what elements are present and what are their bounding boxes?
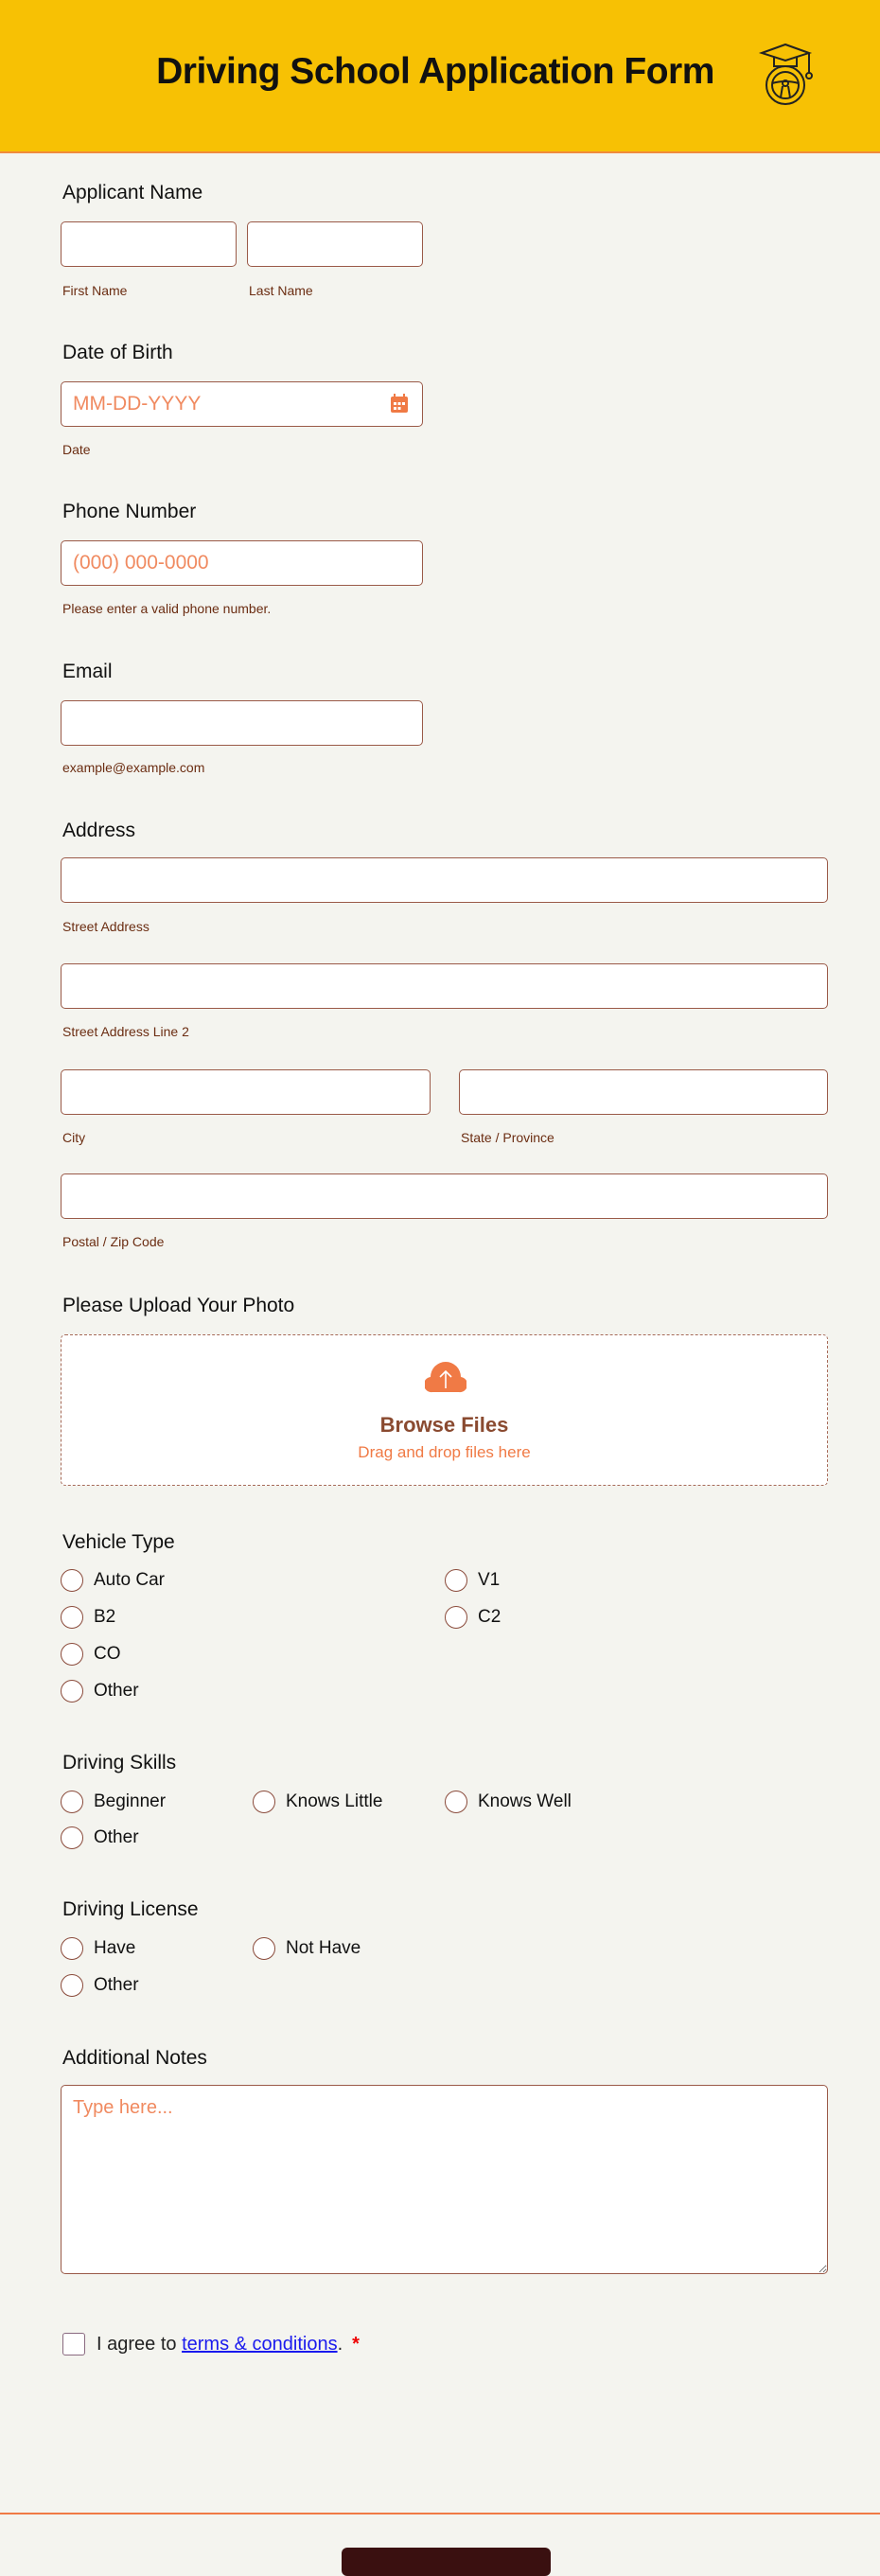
terms-prefix: I agree to bbox=[97, 2333, 183, 2355]
form-title: Driving School Application Form bbox=[156, 51, 714, 92]
vehicle-option-b2[interactable]: B2 bbox=[61, 1606, 115, 1629]
email-label: Email bbox=[62, 661, 113, 682]
driving-license-label: Driving License bbox=[62, 1898, 199, 1920]
last-name-sublabel: Last Name bbox=[249, 283, 313, 298]
option-label: Knows Well bbox=[478, 1791, 572, 1811]
option-label: CO bbox=[94, 1644, 121, 1664]
upload-label: Please Upload Your Photo bbox=[62, 1295, 295, 1316]
drag-drop-text: Drag and drop files here bbox=[358, 1443, 531, 1461]
street-address-sublabel: Street Address bbox=[62, 919, 150, 934]
graduation-cap-steering-wheel-icon bbox=[758, 43, 813, 105]
terms-link[interactable]: terms & conditions bbox=[182, 2334, 338, 2355]
last-name-input[interactable] bbox=[247, 221, 423, 267]
license-option-other[interactable]: Other bbox=[61, 1974, 139, 1997]
street-address-input[interactable] bbox=[61, 857, 828, 903]
option-label: Not Have bbox=[286, 1938, 361, 1958]
dob-sublabel: Date bbox=[62, 442, 91, 457]
option-label: Other bbox=[94, 1975, 139, 1995]
driving-skills-label: Driving Skills bbox=[62, 1752, 177, 1773]
additional-notes-textarea[interactable] bbox=[61, 2085, 828, 2274]
browse-files-button[interactable]: Browse Files bbox=[62, 1413, 827, 1438]
submit-button[interactable] bbox=[342, 2548, 551, 2576]
vehicle-option-other[interactable]: Other bbox=[61, 1680, 139, 1703]
dob-input[interactable] bbox=[61, 381, 423, 427]
file-upload-dropzone[interactable]: Browse Files Drag and drop files here bbox=[61, 1334, 828, 1486]
postal-code-input[interactable] bbox=[61, 1173, 828, 1219]
first-name-sublabel: First Name bbox=[62, 283, 128, 298]
street-address-line2-input[interactable] bbox=[61, 963, 828, 1009]
footer-divider bbox=[0, 2513, 880, 2514]
license-option-not-have[interactable]: Not Have bbox=[253, 1937, 361, 1960]
city-input[interactable] bbox=[61, 1069, 431, 1115]
dob-label: Date of Birth bbox=[62, 342, 173, 363]
option-label: C2 bbox=[478, 1607, 502, 1627]
phone-sublabel: Please enter a valid phone number. bbox=[62, 601, 272, 616]
vehicle-option-co[interactable]: CO bbox=[61, 1643, 121, 1666]
vehicle-type-label: Vehicle Type bbox=[62, 1531, 175, 1553]
required-asterisk: * bbox=[352, 2333, 360, 2355]
option-label: Have bbox=[94, 1938, 136, 1958]
applicant-name-label: Applicant Name bbox=[62, 182, 203, 203]
city-sublabel: City bbox=[62, 1130, 86, 1145]
skills-option-beginner[interactable]: Beginner bbox=[61, 1791, 166, 1813]
option-label: Beginner bbox=[94, 1791, 167, 1811]
option-label: B2 bbox=[94, 1607, 116, 1627]
postal-code-sublabel: Postal / Zip Code bbox=[62, 1234, 165, 1249]
address-label: Address bbox=[62, 820, 136, 841]
option-label: Auto Car bbox=[94, 1570, 165, 1590]
state-input[interactable] bbox=[459, 1069, 828, 1115]
vehicle-option-v1[interactable]: V1 bbox=[445, 1569, 500, 1592]
skills-option-other[interactable]: Other bbox=[61, 1826, 139, 1849]
terms-checkbox[interactable] bbox=[62, 2333, 85, 2355]
email-sublabel: example@example.com bbox=[62, 760, 205, 775]
license-option-have[interactable]: Have bbox=[61, 1937, 135, 1960]
email-input[interactable] bbox=[61, 700, 423, 746]
first-name-input[interactable] bbox=[61, 221, 237, 267]
state-sublabel: State / Province bbox=[461, 1130, 554, 1145]
phone-label: Phone Number bbox=[62, 501, 197, 522]
option-label: Other bbox=[94, 1827, 139, 1847]
form-header: Driving School Application Form bbox=[0, 0, 880, 153]
option-label: Knows Little bbox=[286, 1791, 383, 1811]
skills-option-knows-well[interactable]: Knows Well bbox=[445, 1791, 572, 1813]
vehicle-option-auto-car[interactable]: Auto Car bbox=[61, 1569, 165, 1592]
terms-suffix: . bbox=[337, 2333, 343, 2355]
terms-row: I agree to terms & conditions . * bbox=[62, 2333, 360, 2355]
option-label: Other bbox=[94, 1681, 139, 1701]
additional-notes-label: Additional Notes bbox=[62, 2047, 207, 2069]
skills-option-knows-little[interactable]: Knows Little bbox=[253, 1791, 382, 1813]
option-label: V1 bbox=[478, 1570, 501, 1590]
cloud-upload-icon bbox=[425, 1362, 466, 1393]
vehicle-option-c2[interactable]: C2 bbox=[445, 1606, 501, 1629]
phone-input[interactable] bbox=[61, 540, 423, 586]
calendar-icon[interactable] bbox=[391, 394, 408, 413]
street-address-line2-sublabel: Street Address Line 2 bbox=[62, 1024, 189, 1039]
